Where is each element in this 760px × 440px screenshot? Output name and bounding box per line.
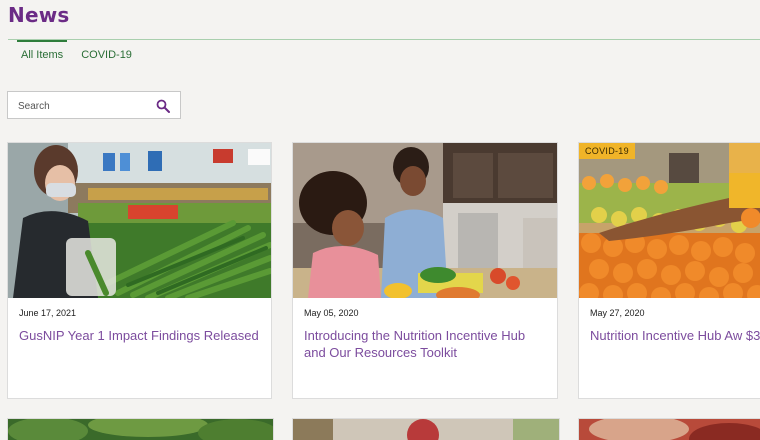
card-date: May 05, 2020 — [304, 308, 359, 318]
category-badge: COVID-19 — [579, 143, 635, 159]
card-date: May 27, 2020 — [590, 308, 645, 318]
news-card-image-partial[interactable] — [292, 418, 560, 440]
card-title-link[interactable]: Nutrition Incentive Hub Aw $300K in Mini… — [590, 327, 760, 344]
news-page: News All Items COVID-19 Search June 17, … — [0, 0, 760, 440]
news-card-image-partial[interactable] — [7, 418, 274, 440]
news-card[interactable]: May 05, 2020 Introducing the Nutrition I… — [292, 142, 558, 399]
card-title-link[interactable]: Introducing the Nutrition Incentive Hub … — [304, 327, 549, 361]
news-card[interactable]: June 17, 2021 GusNIP Year 1 Impact Findi… — [7, 142, 272, 399]
search-box — [7, 91, 181, 119]
news-card-image-partial[interactable] — [578, 418, 760, 440]
tab-covid-19[interactable]: COVID-19 — [77, 40, 136, 67]
tabs-divider — [8, 39, 760, 40]
mother-child-cooking-photo — [293, 143, 557, 298]
filter-tabs: All Items COVID-19 — [17, 39, 146, 67]
oranges-market-stand-photo — [579, 143, 760, 298]
search-icon[interactable] — [156, 99, 170, 113]
card-date: June 17, 2021 — [19, 308, 77, 318]
page-title: News — [8, 3, 70, 27]
news-card[interactable]: COVID-19 May 27, 2020 Nutrition Incentiv… — [578, 142, 760, 399]
tab-all-items[interactable]: All Items — [17, 39, 68, 67]
shopper-grocery-produce-photo — [8, 143, 271, 298]
card-title-link[interactable]: GusNIP Year 1 Impact Findings Released — [19, 327, 263, 344]
search-input[interactable] — [16, 98, 150, 114]
